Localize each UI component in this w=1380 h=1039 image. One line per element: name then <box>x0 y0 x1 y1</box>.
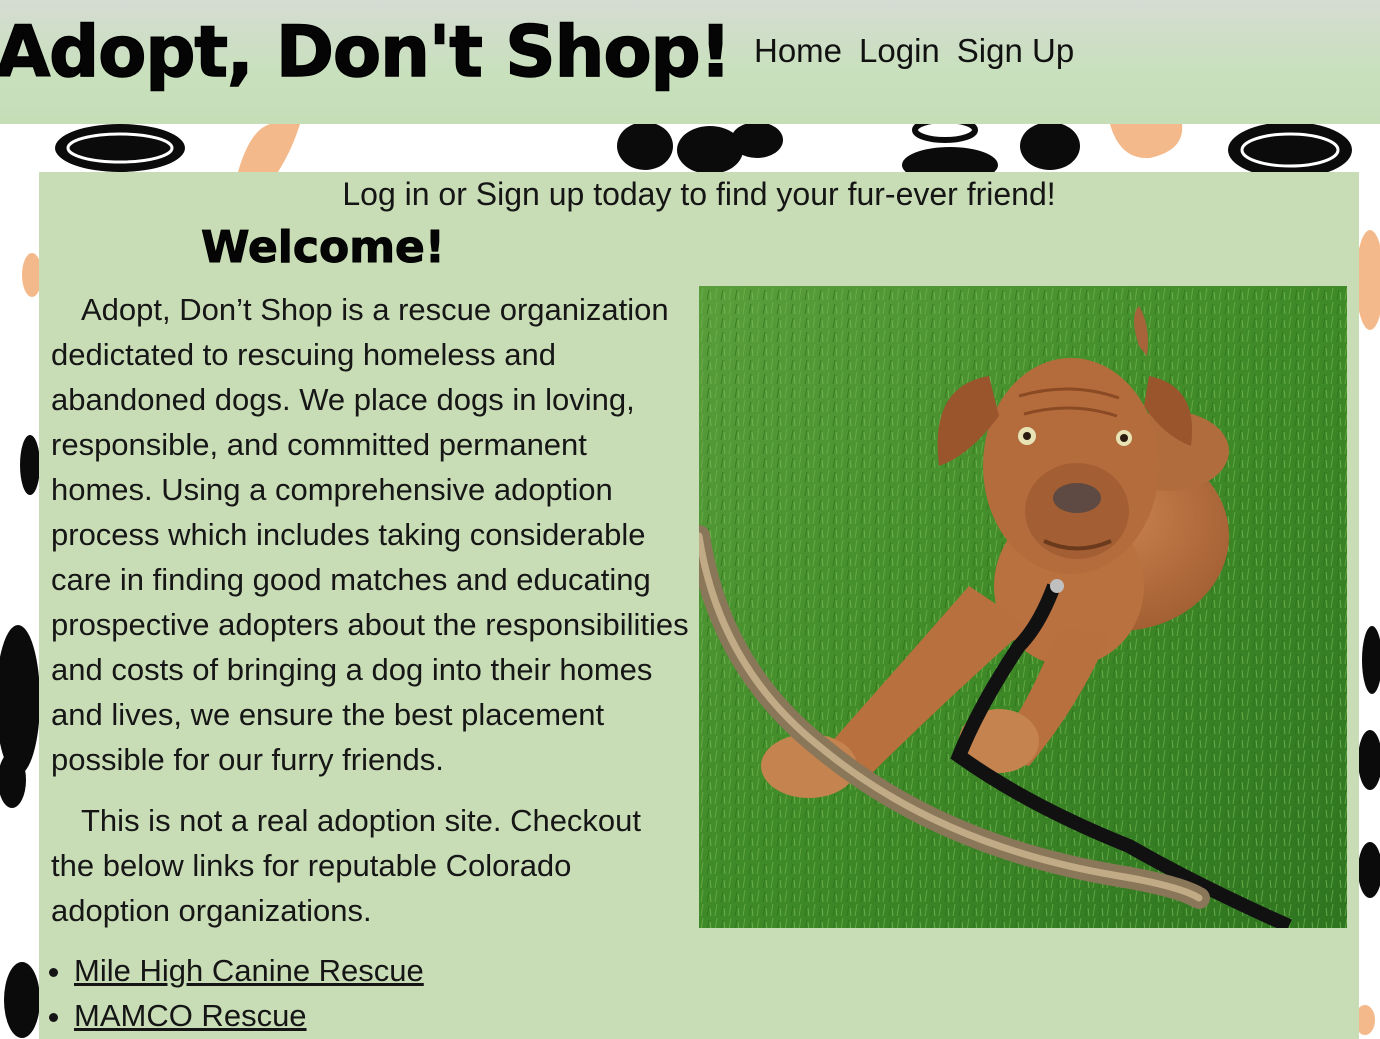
main-nav: Home Login Sign Up <box>754 30 1074 72</box>
dog-on-grass-illustration <box>699 286 1347 928</box>
list-item: Mile High Canine Rescue <box>74 948 424 993</box>
intro-paragraph: Adopt, Don’t Shop is a rescue organizati… <box>51 292 689 777</box>
rescue-links-list: Mile High Canine Rescue MAMCO Rescue <box>51 948 424 1038</box>
nav-login-link[interactable]: Login <box>859 30 940 72</box>
disclaimer-paragraph: This is not a real adoption site. Checko… <box>51 803 642 928</box>
welcome-heading: Welcome! <box>201 222 446 274</box>
site-brand-title: Adopt, Don't Shop! <box>0 10 732 94</box>
nav-signup-link[interactable]: Sign Up <box>957 30 1074 72</box>
mamco-rescue-link[interactable]: MAMCO Rescue <box>74 998 307 1033</box>
main-content-panel: Log in or Sign up today to find your fur… <box>39 172 1359 1039</box>
list-item: MAMCO Rescue <box>74 993 424 1038</box>
mile-high-canine-rescue-link[interactable]: Mile High Canine Rescue <box>74 953 424 988</box>
tagline: Log in or Sign up today to find your fur… <box>342 176 1056 212</box>
site-header: Adopt, Don't Shop! Home Login Sign Up <box>0 0 1380 124</box>
dog-photo <box>699 286 1347 928</box>
nav-home-link[interactable]: Home <box>754 30 842 72</box>
